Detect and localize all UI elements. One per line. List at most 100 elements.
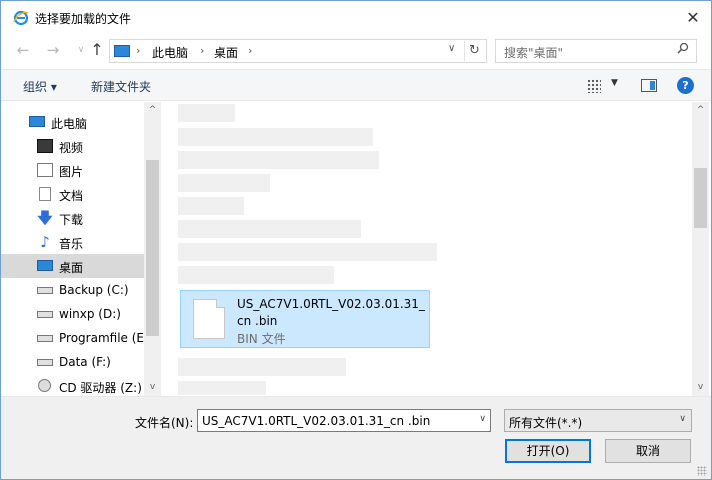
sidebar-item-label: winxp (D:) bbox=[59, 307, 121, 321]
dialog-title: 选择要加载的文件 bbox=[35, 12, 132, 26]
sidebar-item-label: Programfile (E: bbox=[59, 331, 149, 345]
file-list-pane: US_AC7V1.0RTL_V02.03.01.31_cn .bin BIN 文… bbox=[162, 102, 710, 396]
file-type-filter-value: 所有文件(*.*) bbox=[509, 416, 583, 430]
search-icon bbox=[674, 42, 692, 60]
selected-file-item[interactable]: US_AC7V1.0RTL_V02.03.01.31_cn .bin BIN 文… bbox=[180, 290, 430, 348]
address-bar[interactable]: › 此电脑 › 桌面 › ∨ ↻ bbox=[109, 39, 487, 63]
blurred-file-entry[interactable] bbox=[178, 128, 373, 146]
file-type-filter-select[interactable]: 所有文件(*.*) ∨ bbox=[504, 409, 692, 432]
drive-icon bbox=[37, 287, 53, 294]
forward-button[interactable]: → bbox=[43, 39, 63, 61]
sidebar-item-music[interactable]: ♪ 音乐 bbox=[1, 230, 144, 254]
breadcrumb-item-this-pc[interactable]: 此电脑 bbox=[152, 44, 188, 61]
content-scrollbar[interactable]: ^ v bbox=[692, 102, 709, 396]
sidebar-item-drive-f[interactable]: Data (F:) bbox=[1, 350, 144, 374]
chevron-down-icon: ∨ bbox=[679, 414, 686, 424]
forward-arrow-icon: → bbox=[46, 41, 60, 59]
blurred-file-entry[interactable] bbox=[178, 151, 379, 169]
resize-grip-icon[interactable] bbox=[697, 466, 707, 476]
view-options-icon[interactable] bbox=[587, 79, 601, 93]
organize-menu-button[interactable]: 组织 ▾ bbox=[23, 78, 57, 95]
dialog-footer: 文件名(N): US_AC7V1.0RTL_V02.03.01.31_cn .b… bbox=[1, 396, 711, 479]
search-placeholder: 搜索"桌面" bbox=[504, 46, 564, 60]
command-toolbar: 组织 ▾ 新建文件夹 ▼ ? bbox=[1, 69, 711, 101]
open-button[interactable]: 打开(O) bbox=[505, 439, 591, 463]
scroll-down-icon[interactable]: v bbox=[144, 379, 161, 396]
navigation-pane: 此电脑 视频 图片 文档 🡇 下载 ♪ 音乐 桌面 Backup (C:) wi… bbox=[1, 102, 161, 396]
refresh-button[interactable]: ↻ bbox=[464, 41, 484, 61]
file-icon bbox=[193, 299, 225, 339]
sidebar-item-drive-c[interactable]: Backup (C:) bbox=[1, 278, 144, 302]
blurred-file-entry[interactable] bbox=[178, 197, 244, 215]
sidebar-item-videos[interactable]: 视频 bbox=[1, 134, 144, 158]
sidebar-item-label: 视频 bbox=[59, 141, 84, 155]
blurred-file-entry[interactable] bbox=[178, 104, 235, 122]
sidebar-item-downloads[interactable]: 🡇 下载 bbox=[1, 206, 144, 230]
close-button[interactable]: ✕ bbox=[683, 8, 703, 28]
sidebar-item-desktop[interactable]: 桌面 bbox=[1, 254, 144, 278]
drive-icon bbox=[37, 311, 53, 318]
video-icon bbox=[37, 139, 53, 153]
sidebar-item-label: CD 驱动器 (Z:) bbox=[59, 381, 142, 395]
blurred-file-entry[interactable] bbox=[178, 266, 334, 284]
pictures-icon bbox=[37, 163, 53, 177]
sidebar-item-drive-e[interactable]: Programfile (E: bbox=[1, 326, 148, 350]
back-arrow-icon: ← bbox=[16, 41, 30, 59]
sidebar-item-drive-d[interactable]: winxp (D:) bbox=[1, 302, 144, 326]
view-dropdown-icon[interactable]: ▼ bbox=[611, 78, 618, 88]
help-icon[interactable]: ? bbox=[677, 77, 694, 94]
ie-logo-icon bbox=[13, 10, 29, 26]
blurred-file-entry[interactable] bbox=[178, 381, 266, 395]
sidebar-item-label: 此电脑 bbox=[51, 117, 88, 131]
filename-field[interactable]: US_AC7V1.0RTL_V02.03.01.31_cn .bin ∨ bbox=[197, 409, 491, 432]
scroll-up-icon[interactable]: ^ bbox=[692, 102, 709, 119]
file-name: US_AC7V1.0RTL_V02.03.01.31_cn .bin bbox=[237, 297, 425, 328]
scroll-down-icon[interactable]: v bbox=[692, 379, 709, 396]
computer-icon bbox=[29, 116, 45, 127]
sidebar-item-label: Data (F:) bbox=[59, 355, 111, 369]
blurred-file-entry[interactable] bbox=[178, 174, 270, 192]
breadcrumb-separator-icon: › bbox=[248, 44, 253, 57]
preview-pane-icon[interactable] bbox=[641, 79, 657, 92]
address-dropdown-icon[interactable]: ∨ bbox=[448, 43, 455, 54]
sidebar-item-pictures[interactable]: 图片 bbox=[1, 158, 144, 182]
documents-icon bbox=[39, 187, 51, 201]
search-input[interactable]: 搜索"桌面" bbox=[495, 39, 697, 63]
sidebar-item-label: 音乐 bbox=[59, 237, 84, 251]
sidebar-scrollbar[interactable]: ^ v bbox=[144, 102, 161, 396]
back-button[interactable]: ← bbox=[13, 39, 33, 61]
sidebar-scroll-thumb[interactable] bbox=[146, 160, 159, 336]
blurred-file-entry[interactable] bbox=[178, 243, 437, 261]
drive-icon bbox=[37, 335, 53, 342]
filename-value: US_AC7V1.0RTL_V02.03.01.31_cn .bin bbox=[202, 414, 431, 428]
file-open-dialog: 选择要加载的文件 ✕ ← → ∨ ↑ › 此电脑 › 桌面 › ∨ ↻ 搜索"桌… bbox=[0, 0, 712, 480]
sidebar-item-label: 图片 bbox=[59, 165, 84, 179]
drive-icon bbox=[37, 359, 53, 366]
new-folder-button[interactable]: 新建文件夹 bbox=[91, 78, 151, 95]
refresh-icon: ↻ bbox=[469, 43, 480, 58]
close-icon: ✕ bbox=[686, 8, 700, 27]
scroll-up-icon[interactable]: ^ bbox=[144, 102, 161, 119]
sidebar-item-documents[interactable]: 文档 bbox=[1, 182, 144, 206]
chevron-down-icon: ∨ bbox=[77, 45, 85, 55]
cancel-button[interactable]: 取消 bbox=[605, 439, 691, 463]
chevron-down-icon[interactable]: ∨ bbox=[479, 414, 486, 424]
breadcrumb-item-desktop[interactable]: 桌面 bbox=[214, 44, 238, 61]
sidebar-item-label: Backup (C:) bbox=[59, 283, 129, 297]
blurred-file-entry[interactable] bbox=[178, 358, 346, 376]
desktop-icon bbox=[37, 260, 53, 271]
blurred-file-entry[interactable] bbox=[178, 220, 361, 238]
file-type: BIN 文件 bbox=[237, 332, 286, 346]
cd-drive-icon bbox=[38, 379, 51, 392]
sidebar-item-label: 桌面 bbox=[59, 261, 84, 275]
breadcrumb-separator-icon: › bbox=[136, 44, 141, 57]
up-button[interactable]: ↑ bbox=[87, 39, 107, 61]
sidebar-item-this-pc[interactable]: 此电脑 bbox=[1, 110, 144, 134]
breadcrumb-separator-icon: › bbox=[200, 44, 205, 57]
sidebar-item-label: 文档 bbox=[59, 189, 84, 203]
content-scroll-thumb[interactable] bbox=[694, 168, 707, 228]
sidebar-item-cd-drive[interactable]: CD 驱动器 (Z:) bbox=[1, 374, 144, 398]
computer-icon bbox=[114, 45, 130, 57]
up-arrow-icon: ↑ bbox=[90, 40, 104, 59]
download-icon: 🡇 bbox=[37, 209, 53, 227]
